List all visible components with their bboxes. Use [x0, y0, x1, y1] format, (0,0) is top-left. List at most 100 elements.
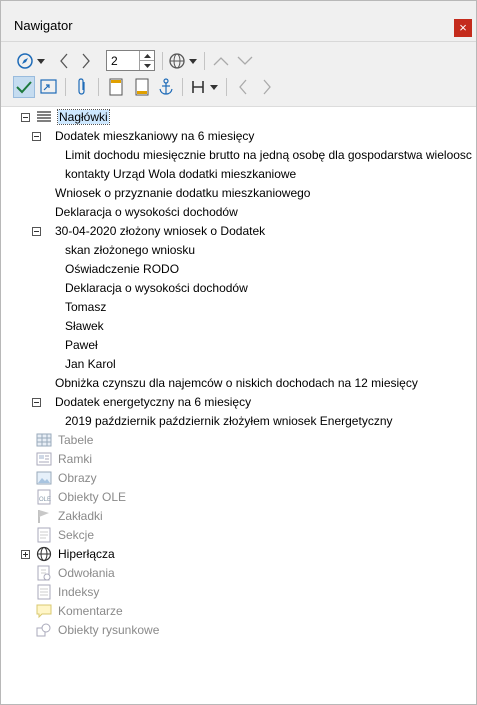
category-comments[interactable]: Komentarze [1, 602, 476, 621]
footer-icon[interactable] [131, 76, 153, 98]
toolbar-separator [98, 78, 99, 96]
category-bookmarks[interactable]: Zakładki [1, 507, 476, 526]
tree-item[interactable]: Dodatek energetyczny na 6 miesięcy [1, 393, 476, 412]
toolbar-separator [65, 78, 66, 96]
category-indexes[interactable]: Indeksy [1, 583, 476, 602]
dropdown-icon[interactable] [35, 50, 47, 72]
category-label[interactable]: Indeksy [58, 585, 99, 599]
set-reminder-icon[interactable] [38, 76, 60, 98]
navigator-window: Nawigator × 2 Nagłówki Dodatek mieszkani… [0, 0, 477, 705]
tree-item[interactable]: Tomasz [1, 298, 476, 317]
comment-icon [36, 603, 52, 619]
reference-icon [36, 565, 52, 581]
next-icon[interactable] [75, 50, 97, 72]
next-arrow-icon[interactable] [256, 76, 278, 98]
category-ole-objects[interactable]: OLE Obiekty OLE [1, 488, 476, 507]
globe-icon [36, 546, 52, 562]
tree-label[interactable]: Deklaracja o wysokości dochodów [55, 205, 238, 219]
tree-label[interactable]: Limit dochodu miesięcznie brutto na jedn… [65, 148, 472, 162]
tree-label[interactable]: kontakty Urząd Wola dodatki mieszkaniowe [65, 167, 296, 181]
category-label[interactable]: Zakładki [58, 509, 103, 523]
headings-list-icon [36, 109, 52, 125]
tree-label[interactable]: Dodatek mieszkaniowy na 6 miesięcy [55, 129, 254, 143]
tree-item[interactable]: Oświadczenie RODO [1, 260, 476, 279]
tree-label[interactable]: Sławek [65, 319, 104, 333]
tree-label[interactable]: Dodatek energetyczny na 6 miesięcy [55, 395, 251, 409]
category-images[interactable]: Obrazy [1, 469, 476, 488]
heading-levels-icon[interactable] [187, 76, 209, 98]
attachment-icon[interactable] [71, 76, 93, 98]
header-icon[interactable] [105, 76, 127, 98]
tree-item[interactable]: 2019 październik październik złożyłem wn… [1, 412, 476, 431]
spin-up-icon[interactable] [140, 51, 154, 61]
tree-label[interactable]: Deklaracja o wysokości dochodów [65, 281, 248, 295]
tree-label[interactable]: 2019 październik październik złożyłem wn… [65, 414, 393, 428]
category-sections[interactable]: Sekcje [1, 526, 476, 545]
tree-item[interactable]: Dodatek mieszkaniowy na 6 miesięcy [1, 127, 476, 146]
collapse-icon[interactable] [32, 398, 41, 407]
close-button[interactable]: × [454, 19, 472, 37]
collapse-icon[interactable] [21, 113, 30, 122]
tree-item[interactable]: Paweł [1, 336, 476, 355]
tree-label[interactable]: skan złożonego wniosku [65, 243, 195, 257]
promote-chapter-icon[interactable] [210, 50, 232, 72]
expand-icon[interactable] [21, 550, 30, 559]
category-drawing-objects[interactable]: Obiekty rysunkowe [1, 621, 476, 640]
tree-label[interactable]: Obniżka czynszu dla najemców o niskich d… [55, 376, 418, 390]
category-frames[interactable]: Ramki [1, 450, 476, 469]
spin-down-icon[interactable] [140, 61, 154, 70]
category-tables[interactable]: Tabele [1, 431, 476, 450]
tree-label[interactable]: Paweł [65, 338, 98, 352]
tree-item[interactable]: Wniosek o przyznanie dodatku mieszkaniow… [1, 184, 476, 203]
category-hyperlinks[interactable]: Hiperłącza [1, 545, 476, 564]
tree-label[interactable]: Tomasz [65, 300, 106, 314]
ole-object-icon: OLE [36, 489, 52, 505]
tree-root-headings[interactable]: Nagłówki [1, 108, 476, 127]
category-label[interactable]: Obiekty rysunkowe [58, 623, 159, 637]
heading-level-spinbox[interactable]: 2 [106, 50, 155, 71]
category-label[interactable]: Hiperłącza [58, 547, 115, 561]
tree-item[interactable]: skan złożonego wniosku [1, 241, 476, 260]
category-label[interactable]: Odwołania [58, 566, 115, 580]
tree-label[interactable]: Wniosek o przyznanie dodatku mieszkaniow… [55, 186, 310, 200]
collapse-icon[interactable] [32, 132, 41, 141]
tree-item[interactable]: Deklaracja o wysokości dochodów [1, 279, 476, 298]
heading-level-value[interactable]: 2 [111, 54, 118, 68]
anchor-icon[interactable] [155, 76, 177, 98]
tree-item[interactable]: Limit dochodu miesięcznie brutto na jedn… [1, 146, 476, 165]
tree-item[interactable]: kontakty Urząd Wola dodatki mieszkaniowe [1, 165, 476, 184]
category-label[interactable]: Ramki [58, 452, 92, 466]
tree-label[interactable]: Oświadczenie RODO [65, 262, 179, 276]
tree-item[interactable]: Jan Karol [1, 355, 476, 374]
table-icon [36, 432, 52, 448]
demote-chapter-icon[interactable] [234, 50, 256, 72]
category-references[interactable]: Odwołania [1, 564, 476, 583]
tree-item[interactable]: Obniżka czynszu dla najemców o niskich d… [1, 374, 476, 393]
window-title: Nawigator [14, 18, 73, 33]
navigator-toggle-icon[interactable] [14, 50, 36, 72]
tree-item[interactable]: 30-04-2020 złożony wniosek o Dodatek [1, 222, 476, 241]
collapse-icon[interactable] [32, 227, 41, 236]
tree-label[interactable]: Nagłówki [57, 109, 110, 125]
content-view-icon[interactable] [13, 76, 35, 98]
tree-label[interactable]: 30-04-2020 złożony wniosek o Dodatek [55, 224, 265, 238]
dropdown-icon[interactable] [187, 50, 199, 72]
tree-label[interactable]: Jan Karol [65, 357, 116, 371]
image-icon [36, 470, 52, 486]
category-label[interactable]: Sekcje [58, 528, 94, 542]
category-label[interactable]: Tabele [58, 433, 93, 447]
category-label[interactable]: Obiekty OLE [58, 490, 126, 504]
category-label[interactable]: Obrazy [58, 471, 97, 485]
prev-arrow-icon[interactable] [232, 76, 254, 98]
tree-item[interactable]: Sławek [1, 317, 476, 336]
dropdown-icon[interactable] [208, 76, 220, 98]
frame-icon [36, 451, 52, 467]
drawing-object-icon [36, 622, 52, 638]
toolbar-separator [226, 78, 227, 96]
tree-item[interactable]: Deklaracja o wysokości dochodów [1, 203, 476, 222]
previous-icon[interactable] [53, 50, 75, 72]
category-label[interactable]: Komentarze [58, 604, 123, 618]
navigator-tree[interactable]: Nagłówki Dodatek mieszkaniowy na 6 miesi… [1, 106, 476, 704]
drag-mode-icon[interactable] [166, 50, 188, 72]
toolbar-separator [182, 78, 183, 96]
